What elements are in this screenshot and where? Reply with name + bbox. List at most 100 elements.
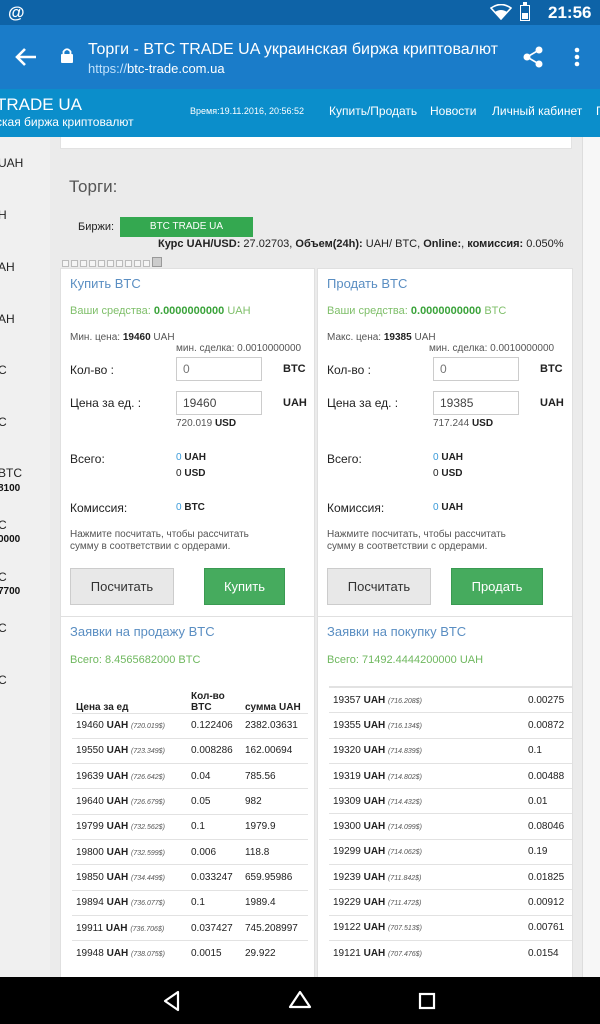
- price-cell: 19460 UAH (720.019$): [72, 712, 187, 739]
- price-unit: UAH: [106, 796, 129, 808]
- table-row[interactable]: 19799 UAH (732.562$) 0.1 1979.9: [72, 813, 308, 840]
- table-row[interactable]: 19229 UAH (711.472$) 0.00912: [329, 889, 572, 916]
- price-value: 19357: [333, 694, 361, 706]
- table-row[interactable]: 19894 UAH (736.077$) 0.1 1989.4: [72, 889, 308, 916]
- back-arrow-icon[interactable]: [12, 43, 40, 71]
- sell-unit-price-input[interactable]: [433, 391, 519, 415]
- table-row[interactable]: 19121 UAH (707.476$) 0.0154: [329, 939, 572, 966]
- sell-calc-button[interactable]: Посчитать: [327, 568, 431, 605]
- sidebar-item[interactable]: AH: [0, 260, 15, 274]
- pager-dot[interactable]: [107, 260, 114, 267]
- pager-dot[interactable]: [89, 260, 96, 267]
- exchange-button[interactable]: BTC TRADE UA: [120, 217, 253, 237]
- table-row[interactable]: 19460 UAH (720.019$) 0.122406 2382.03631: [72, 712, 308, 739]
- price-usd: (707.476$): [388, 950, 422, 958]
- pager-dot-active[interactable]: [152, 257, 162, 267]
- table-row[interactable]: 19639 UAH (726.642$) 0.04 785.56: [72, 763, 308, 789]
- site-logo-title[interactable]: TRADE UA: [0, 95, 82, 115]
- nav-link-news[interactable]: Новости: [430, 104, 476, 118]
- buy-total-usd: 0 USD: [176, 468, 205, 479]
- pager-dot[interactable]: [98, 260, 105, 267]
- battery-icon: [520, 2, 530, 21]
- url-bar[interactable]: https://btc-trade.com.ua: [88, 61, 225, 76]
- pager-dot[interactable]: [143, 260, 150, 267]
- pager-dot[interactable]: [134, 260, 141, 267]
- price-usd: (736.077$): [131, 900, 165, 908]
- sidebar-item[interactable]: C: [0, 570, 7, 584]
- nav-link-account[interactable]: Личный кабинет: [492, 104, 582, 118]
- qty-cell: 0.006: [187, 838, 241, 865]
- server-time: Время:19.11.2016, 20:56:52: [190, 106, 304, 116]
- table-row[interactable]: 19309 UAH (714.432$) 0.01: [329, 788, 572, 814]
- sell-hint: Нажмите посчитать, чтобы рассчитать сумм…: [327, 529, 506, 552]
- price-value: 19894: [76, 897, 104, 909]
- table-row[interactable]: 19948 UAH (738.075$) 0.0015 29.922: [72, 940, 308, 966]
- price-cell: 19121 UAH (707.476$): [329, 939, 524, 966]
- buy-orders-scroll-top: [329, 677, 572, 687]
- sell-total-usd-value: 0: [433, 468, 439, 479]
- table-row[interactable]: 19320 UAH (714.839$) 0.1: [329, 737, 572, 764]
- buy-unit-price-input[interactable]: [176, 391, 262, 415]
- price-cell: 19800 UAH (732.599$): [72, 838, 187, 865]
- price-usd: (723.349$): [131, 748, 165, 756]
- sidebar-item[interactable]: C: [0, 518, 7, 532]
- sidebar-item[interactable]: C: [0, 673, 7, 687]
- qty-value: 0.00488: [528, 770, 565, 782]
- qty-value: 0.0015: [191, 948, 222, 960]
- sidebar-item[interactable]: AH: [0, 312, 15, 326]
- sidebar-item[interactable]: C: [0, 415, 7, 429]
- price-cell: 19799 UAH (732.562$): [72, 813, 187, 840]
- sum-value: 659.95986: [245, 871, 293, 883]
- table-row[interactable]: 19550 UAH (723.349$) 0.008286 162.00694: [72, 737, 308, 764]
- table-row[interactable]: 19122 UAH (707.513$) 0.00761: [329, 914, 572, 941]
- sidebar-item[interactable]: C: [0, 363, 7, 377]
- pager-dot[interactable]: [116, 260, 123, 267]
- table-row[interactable]: 19911 UAH (736.706$) 0.037427 745.208997: [72, 914, 308, 941]
- recents-icon[interactable]: [414, 987, 442, 1015]
- table-row[interactable]: 19299 UAH (714.062$) 0.19: [329, 838, 572, 865]
- sidebar-item[interactable]: H: [0, 208, 7, 222]
- sidebar-item[interactable]: UAH: [0, 156, 23, 170]
- pager-dot[interactable]: [80, 260, 87, 267]
- nav-link-buy-sell[interactable]: Купить/Продать: [329, 104, 417, 118]
- buy-panel-title: Купить BTC: [70, 276, 141, 291]
- buy-calc-button[interactable]: Посчитать: [70, 568, 174, 605]
- online-value: ,: [461, 238, 465, 250]
- share-icon[interactable]: [520, 43, 546, 71]
- price-usd: (707.513$): [388, 925, 422, 933]
- qty-cell: 0.19: [524, 838, 572, 865]
- sell-button[interactable]: Продать: [451, 568, 543, 605]
- back-icon[interactable]: [158, 987, 186, 1015]
- sidebar-item[interactable]: C: [0, 621, 7, 635]
- price-value: 19460: [76, 720, 104, 732]
- qty-cell: 0.1: [187, 813, 241, 840]
- buy-funds-label: Ваши средства:: [70, 305, 151, 317]
- table-row[interactable]: 19319 UAH (714.802$) 0.00488: [329, 762, 572, 789]
- buy-button[interactable]: Купить: [204, 568, 285, 605]
- sum-value: 1979.9: [245, 821, 276, 833]
- overflow-menu-icon[interactable]: [566, 43, 588, 71]
- table-row[interactable]: 19355 UAH (716.134$) 0.00872: [329, 712, 572, 739]
- sidebar-item[interactable]: BTC: [0, 466, 22, 480]
- sell-orders-table: Цена за ед Кол-во BTC сумма UAH 19460 UA…: [72, 679, 308, 966]
- pager-dot[interactable]: [62, 260, 69, 267]
- buy-orders-total: Всего: 71492.4444200000 UAH: [327, 654, 483, 666]
- nav-link-more[interactable]: П: [596, 104, 600, 118]
- table-row[interactable]: 19850 UAH (734.449$) 0.033247 659.95986: [72, 864, 308, 891]
- home-icon[interactable]: [286, 987, 314, 1015]
- pager-dot[interactable]: [125, 260, 132, 267]
- qty-cell: 0.00872: [524, 712, 572, 739]
- price-value: 19300: [333, 821, 361, 833]
- qty-value: 0.033247: [191, 871, 233, 883]
- table-row[interactable]: 19239 UAH (711.842$) 0.01825: [329, 864, 572, 890]
- table-row[interactable]: 19300 UAH (714.099$) 0.08046: [329, 813, 572, 840]
- table-row[interactable]: 19800 UAH (732.599$) 0.006 118.8: [72, 838, 308, 865]
- table-row[interactable]: 19640 UAH (726.679$) 0.05 982: [72, 788, 308, 815]
- buy-qty-input[interactable]: [176, 357, 262, 381]
- pager-dot[interactable]: [71, 260, 78, 267]
- wifi-icon: [490, 4, 512, 20]
- sum-cell: 162.00694: [241, 737, 308, 764]
- rate-label: Курс UAH/USD:: [158, 238, 241, 250]
- table-row[interactable]: 19357 UAH (716.208$) 0.00275: [329, 686, 572, 713]
- sell-qty-input[interactable]: [433, 357, 519, 381]
